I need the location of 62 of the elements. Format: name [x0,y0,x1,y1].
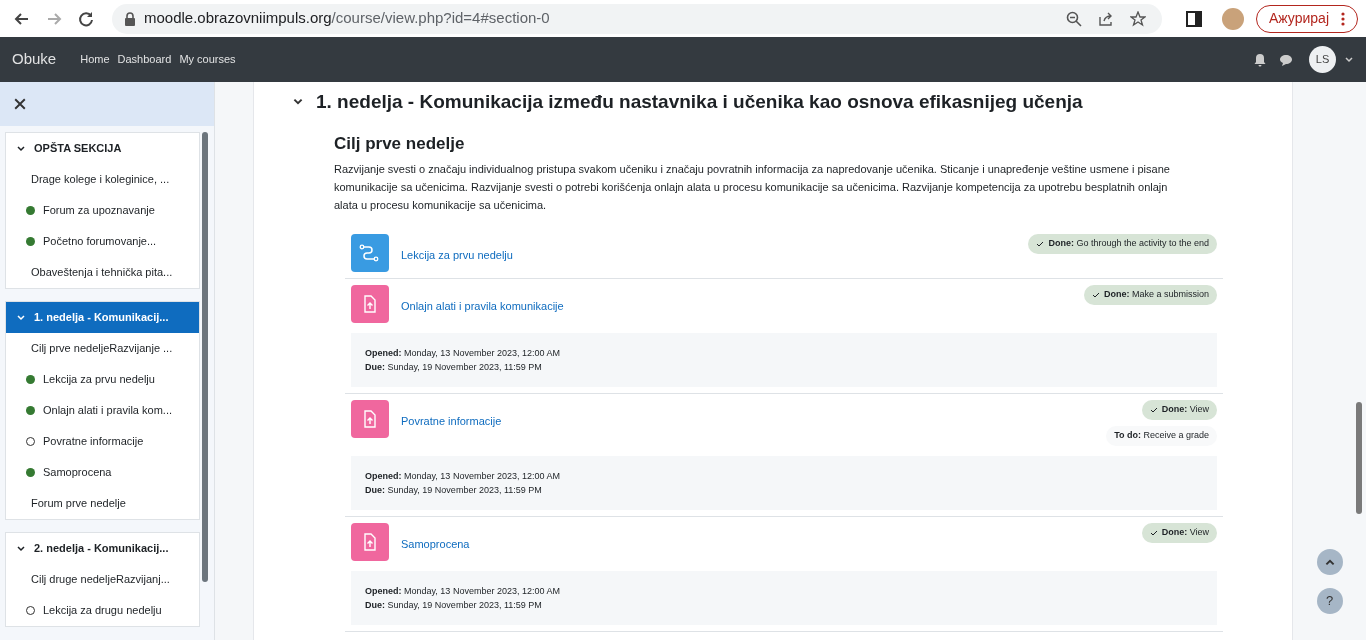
zoom-out-icon[interactable] [1066,10,1082,27]
chevron-icon [16,143,26,154]
section-title: 1. nedelja - Komunikacija između nastavnika i učenika kao osnova efikasnijeg učenja [316,90,1083,114]
completion-todo-badge: To do: Receive a grade [1106,426,1217,446]
completion-done-badge: Done: View [1141,400,1217,420]
check-icon [1091,291,1100,299]
section-header[interactable]: OPŠTA SEKCIJA [6,133,199,164]
site-brand[interactable]: Obuke [12,48,57,71]
summary-text: Razvijanje svesti o značaju individualnog pristupa svakom učeniku i značaju povratnih informacija za napredovanje učenika. Sticanje i unapređenje veštine usmene i pisane komunikacije sa učenicima. Razvijanje svesti o potrebi korišćenja onlajn alata u procesu komunikacije sa učenicima. Razvijanje kompetencija za upotrebu besplatnih onlajn alata u procesu komunikacije sa učenicima. [334,162,1171,213]
nav-link[interactable]: Dashboard [117,51,172,68]
course-index-item[interactable]: Onlajn alati i pravila kom... [43,402,172,419]
nav-link[interactable]: My courses [179,51,236,68]
star-icon[interactable] [1130,10,1146,27]
course-index-item[interactable]: Obaveštenja i tehnička pita... [31,264,173,281]
date-text: Due: Sunday, 19 November 2023, 11:59 PM [365,484,543,497]
course-index-item[interactable]: Forum prve nedelje [31,495,126,512]
chevron-icon [16,312,26,323]
date-text: Opened: Monday, 13 November 2023, 12:00 AM [365,470,561,483]
url-host: moodle.obrazovniimpuls.org [144,9,332,27]
date-text: Opened: Monday, 13 November 2023, 12:00 AM [365,347,561,360]
nav-link[interactable]: Home [80,51,110,68]
summary-title: Cilj prve nedelje [334,132,466,155]
activity-link[interactable]: Samoprocena [401,536,470,553]
course-index-item[interactable]: Forum za upoznavanje [43,202,155,219]
completion-done-badge: Done: View [1141,523,1217,543]
check-icon [1149,529,1158,537]
side-panel-icon[interactable] [1186,10,1202,27]
date-text: Due: Sunday, 19 November 2023, 11:59 PM [365,599,543,612]
date-text: Opened: Monday, 13 November 2023, 12:00 AM [365,585,561,598]
check-icon [1036,240,1045,248]
completion-done-badge: Done: Make a submission [1083,285,1217,305]
activity-link[interactable]: Povratne informacije [401,413,502,430]
activity-link[interactable]: Onlajn alati i pravila komunikacije [401,298,564,315]
more-vertical-icon [1341,11,1345,26]
notification-bell-icon[interactable] [1253,52,1267,67]
course-index-item[interactable]: Lekcija za prvu nedelju [43,371,155,388]
course-index-item[interactable]: Samoprocena [43,464,112,481]
address-bar[interactable]: moodle.obrazovniimpuls.org/course/view.php?id=4#section-0 [112,3,1162,34]
close-icon[interactable] [14,98,26,110]
course-index-item[interactable]: Povratne informacije [43,433,144,450]
scrollbar-thumb[interactable] [202,132,208,582]
help-button[interactable]: ? [1316,588,1343,614]
course-index-item[interactable]: Cilj druge nedeljeRazvijanj... [31,571,170,588]
chevron-down-icon[interactable] [1344,54,1354,65]
messages-icon[interactable] [1279,52,1293,67]
share-icon[interactable] [1098,10,1114,27]
course-index-item[interactable]: Cilj prve nedeljeRazvijanje ... [31,340,173,357]
chevron-icon [16,543,26,554]
section-header[interactable]: 2. nedelja - Komunikacij... [6,533,199,564]
section-header[interactable]: 1. nedelja - Komunikacij... [6,302,199,333]
lock-icon [124,11,136,26]
user-avatar[interactable]: LS [1309,46,1336,73]
url-path: /course/view.php?id=4#section-0 [331,9,550,27]
completion-done-badge: Done: Go through the activity to the end [1028,234,1217,254]
course-index-item[interactable]: Početno forumovanje... [43,233,157,250]
activity-link[interactable]: Lekcija za prvu nedelju [401,247,513,264]
course-index-item[interactable]: Drage kolege i koleginice, ... [31,171,170,188]
back-to-top-button[interactable] [1316,549,1343,575]
scrollbar-thumb[interactable] [1356,402,1362,514]
check-icon [1149,406,1158,414]
date-text: Due: Sunday, 19 November 2023, 11:59 PM [365,361,543,374]
course-index-item[interactable]: Lekcija za drugu nedelju [43,602,162,619]
